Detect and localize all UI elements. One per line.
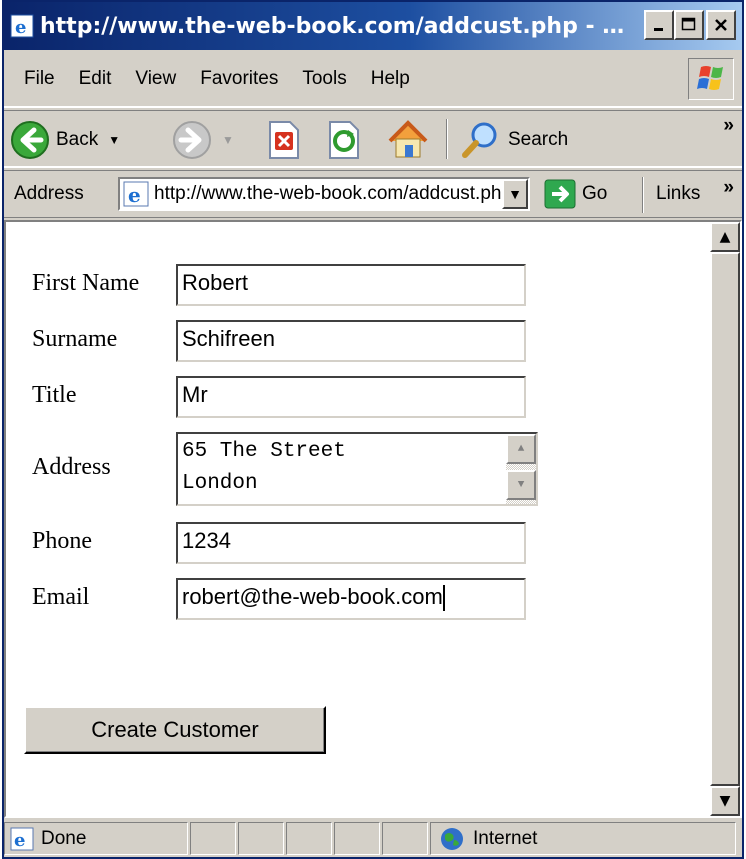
address-url: http://www.the-web-book.com/addcust.php	[154, 183, 513, 204]
page-content: First Name Robert Surname Schifreen Titl…	[4, 220, 742, 818]
status-text: Done	[41, 827, 87, 849]
scroll-down-icon[interactable]: ▼	[506, 470, 536, 500]
toolbar-overflow-icon[interactable]: »	[723, 115, 734, 137]
status-zone-pane: Internet	[430, 822, 736, 855]
dropdown-arrow-icon: ▼	[508, 186, 522, 202]
minimize-button[interactable]	[644, 10, 674, 40]
address-bar: Address e http://www.the-web-book.com/ad…	[4, 170, 742, 218]
address-line-1: 65 The Street	[182, 440, 346, 463]
refresh-button[interactable]	[326, 117, 362, 163]
menu-edit[interactable]: Edit	[67, 68, 124, 90]
windows-logo-icon	[688, 58, 734, 100]
menu-tools[interactable]: Tools	[290, 68, 358, 90]
close-icon	[715, 19, 727, 31]
status-pane	[334, 822, 380, 855]
svg-text:e: e	[14, 830, 25, 851]
maximize-icon	[681, 17, 696, 31]
status-pane	[286, 822, 332, 855]
search-button[interactable]: Search	[460, 117, 568, 163]
email-value: robert@the-web-book.com	[182, 584, 443, 609]
stop-button[interactable]	[266, 117, 302, 163]
page-icon: e	[123, 181, 149, 207]
title-field[interactable]: Mr	[176, 376, 526, 418]
stop-icon	[269, 121, 299, 159]
home-button[interactable]	[386, 117, 430, 163]
scroll-up-icon[interactable]: ▲	[710, 222, 740, 252]
maximize-button[interactable]	[674, 10, 704, 40]
page-scrollbar[interactable]: ▲ ▼	[710, 222, 740, 816]
forward-arrow-icon	[173, 121, 211, 159]
address-field-label: Address	[32, 454, 111, 480]
refresh-icon	[329, 121, 359, 159]
address-dropdown-button[interactable]: ▼	[502, 179, 528, 209]
scroll-down-icon[interactable]: ▼	[710, 786, 740, 816]
globe-icon	[441, 827, 463, 850]
address-scrollbar[interactable]: ▲ ▼	[506, 434, 536, 504]
status-main-pane: e Done	[4, 822, 188, 855]
scroll-up-icon[interactable]: ▲	[506, 434, 536, 464]
back-dropdown-icon[interactable]: ▼	[108, 133, 120, 147]
title-label: Title	[32, 382, 77, 408]
status-pane	[382, 822, 428, 855]
address-line-2: London	[182, 472, 258, 495]
go-label: Go	[582, 183, 608, 204]
email-field[interactable]: robert@the-web-book.com	[176, 578, 526, 620]
search-label: Search	[508, 129, 569, 150]
links-label[interactable]: Links	[656, 183, 700, 205]
title-bar[interactable]: e http://www.the-web-book.com/addcust.ph…	[4, 2, 742, 50]
first-name-label: First Name	[32, 270, 140, 296]
scroll-thumb[interactable]	[710, 252, 740, 786]
menu-bar: File Edit View Favorites Tools Help	[4, 52, 742, 108]
address-separator	[642, 177, 644, 213]
forward-button[interactable]: ▼	[172, 117, 234, 163]
surname-field[interactable]: Schifreen	[176, 320, 526, 362]
close-button[interactable]	[706, 10, 736, 40]
first-name-field[interactable]: Robert	[176, 264, 526, 306]
status-zone: Internet	[473, 827, 538, 849]
back-button[interactable]: Back ▼	[10, 117, 120, 163]
address-label: Address	[14, 183, 84, 204]
phone-field[interactable]: 1234	[176, 522, 526, 564]
address-input[interactable]: e http://www.the-web-book.com/addcust.ph…	[118, 177, 530, 211]
svg-text:e: e	[128, 183, 141, 207]
menu-view[interactable]: View	[123, 68, 188, 90]
go-button[interactable]: Go	[544, 179, 607, 209]
toolbar: Back ▼ ▼ Search »	[4, 110, 742, 168]
ie-icon: e	[10, 14, 34, 38]
status-pane	[190, 822, 236, 855]
browser-window: e http://www.the-web-book.com/addcust.ph…	[2, 0, 744, 859]
window-title: http://www.the-web-book.com/addcust.php …	[40, 13, 640, 39]
create-customer-button[interactable]: Create Customer	[24, 706, 326, 754]
back-arrow-icon	[11, 121, 49, 159]
minimize-icon	[654, 28, 663, 31]
phone-label: Phone	[32, 528, 92, 554]
search-icon	[462, 122, 497, 158]
text-cursor	[442, 585, 445, 612]
surname-label: Surname	[32, 326, 118, 352]
status-pane	[238, 822, 284, 855]
email-label: Email	[32, 584, 90, 610]
page-done-icon: e	[10, 827, 34, 851]
toolbar-separator	[446, 119, 448, 159]
menu-favorites[interactable]: Favorites	[188, 68, 290, 90]
home-icon	[388, 120, 428, 158]
links-overflow-icon[interactable]: »	[723, 177, 734, 199]
menu-file[interactable]: File	[4, 68, 67, 90]
svg-text:e: e	[15, 17, 26, 38]
address-textarea[interactable]: 65 The Street London ▲ ▼	[176, 432, 538, 506]
forward-dropdown-icon[interactable]: ▼	[222, 133, 234, 147]
menu-help[interactable]: Help	[359, 68, 422, 90]
go-arrow-icon	[544, 179, 576, 209]
back-label: Back	[56, 129, 99, 150]
status-bar: e Done Internet	[4, 820, 742, 857]
